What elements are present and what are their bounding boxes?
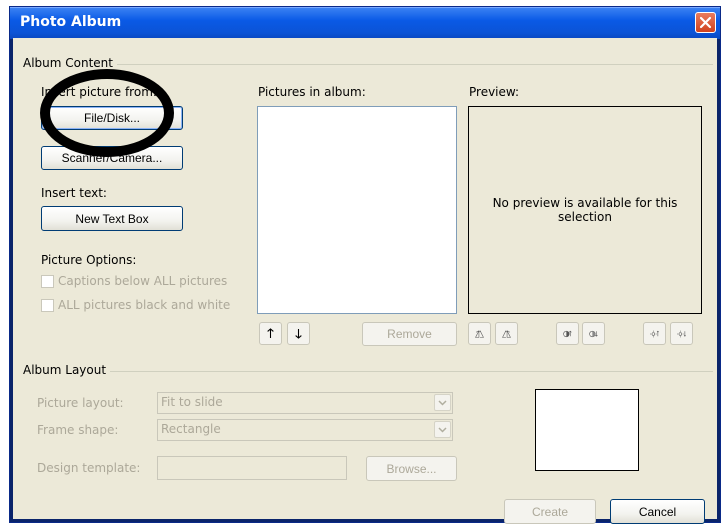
rotate-right-button[interactable] <box>495 322 518 345</box>
move-down-button[interactable] <box>287 322 310 345</box>
rotate-left-icon <box>475 329 484 338</box>
brightness-increase-icon <box>650 330 659 337</box>
frame-shape-label: Frame shape: <box>37 423 119 437</box>
frame-shape-value: Rectangle <box>161 422 221 436</box>
move-up-button[interactable] <box>259 322 282 345</box>
chevron-down-icon[interactable] <box>434 394 451 411</box>
preview-pane: No preview is available for this selecti… <box>468 106 702 314</box>
title-bar[interactable]: Photo Album <box>10 7 720 39</box>
pictures-in-album-label: Pictures in album: <box>258 85 366 99</box>
design-template-field[interactable] <box>157 456 347 480</box>
captions-label: Captions below ALL pictures <box>58 274 228 288</box>
rotate-right-icon <box>502 329 511 338</box>
picture-layout-value: Fit to slide <box>161 395 223 409</box>
new-text-box-button[interactable]: New Text Box <box>41 206 183 231</box>
create-button[interactable]: Create <box>504 499 596 524</box>
contrast-down-button[interactable] <box>582 322 605 345</box>
arrow-down-icon <box>295 329 302 339</box>
rotate-left-button[interactable] <box>468 322 491 345</box>
picture-layout-label: Picture layout: <box>37 396 124 410</box>
close-icon <box>699 16 712 29</box>
photo-album-dialog: Photo Album Album Content Insert picture… <box>9 6 721 524</box>
insert-text-label: Insert text: <box>41 186 107 200</box>
pictures-list[interactable] <box>257 106 457 314</box>
black-white-checkbox[interactable] <box>41 299 54 312</box>
arrow-up-icon <box>267 328 274 338</box>
design-template-label: Design template: <box>37 461 141 475</box>
layout-thumbnail <box>535 389 639 471</box>
chevron-down-icon[interactable] <box>434 421 451 438</box>
preview-label: Preview: <box>469 85 520 99</box>
picture-options-label: Picture Options: <box>41 253 137 267</box>
album-layout-label: Album Layout <box>23 363 111 377</box>
window-title: Photo Album <box>20 14 122 30</box>
remove-button[interactable]: Remove <box>362 322 457 346</box>
contrast-increase-icon <box>563 330 572 337</box>
contrast-decrease-icon <box>589 330 598 337</box>
captions-checkbox[interactable] <box>41 275 54 288</box>
close-button[interactable] <box>695 12 716 33</box>
album-content-divider <box>23 64 713 65</box>
preview-message: No preview is available for this selecti… <box>492 196 678 224</box>
brightness-up-button[interactable] <box>643 322 666 345</box>
frame-shape-select[interactable]: Rectangle <box>157 419 453 441</box>
picture-layout-select[interactable]: Fit to slide <box>157 392 453 414</box>
album-content-label: Album Content <box>23 56 117 70</box>
brightness-decrease-icon <box>677 330 686 337</box>
browse-button[interactable]: Browse... <box>366 456 457 481</box>
insert-picture-label: Insert picture from: <box>41 85 157 99</box>
cancel-button[interactable]: Cancel <box>610 499 705 524</box>
scanner-camera-button[interactable]: Scanner/Camera... <box>41 146 183 170</box>
dialog-body: Album Content Insert picture from: File/… <box>13 38 717 524</box>
contrast-up-button[interactable] <box>556 322 579 345</box>
black-white-label: ALL pictures black and white <box>58 298 231 312</box>
album-layout-divider <box>23 371 713 372</box>
file-disk-button[interactable]: File/Disk... <box>41 106 183 130</box>
brightness-down-button[interactable] <box>670 322 693 345</box>
